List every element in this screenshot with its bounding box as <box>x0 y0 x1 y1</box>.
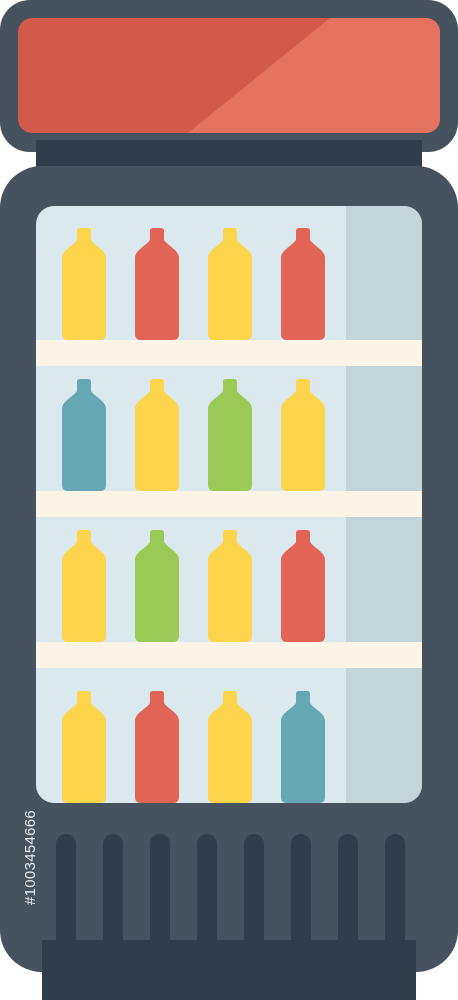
vent-slot <box>385 834 405 950</box>
stock-id-label: #1003454666 <box>22 809 39 905</box>
vent-slot <box>103 834 123 950</box>
vent-slot <box>150 834 170 950</box>
cabinet-base <box>42 940 416 1000</box>
shelf-board <box>36 642 422 668</box>
vent-slot <box>244 834 264 950</box>
vent-slot <box>197 834 217 950</box>
shelf-board <box>36 491 422 517</box>
shelf-board <box>36 340 422 366</box>
vent-slot <box>291 834 311 950</box>
fridge-illustration <box>0 0 458 1000</box>
vent-slot <box>338 834 358 950</box>
vent-slot <box>56 834 76 950</box>
